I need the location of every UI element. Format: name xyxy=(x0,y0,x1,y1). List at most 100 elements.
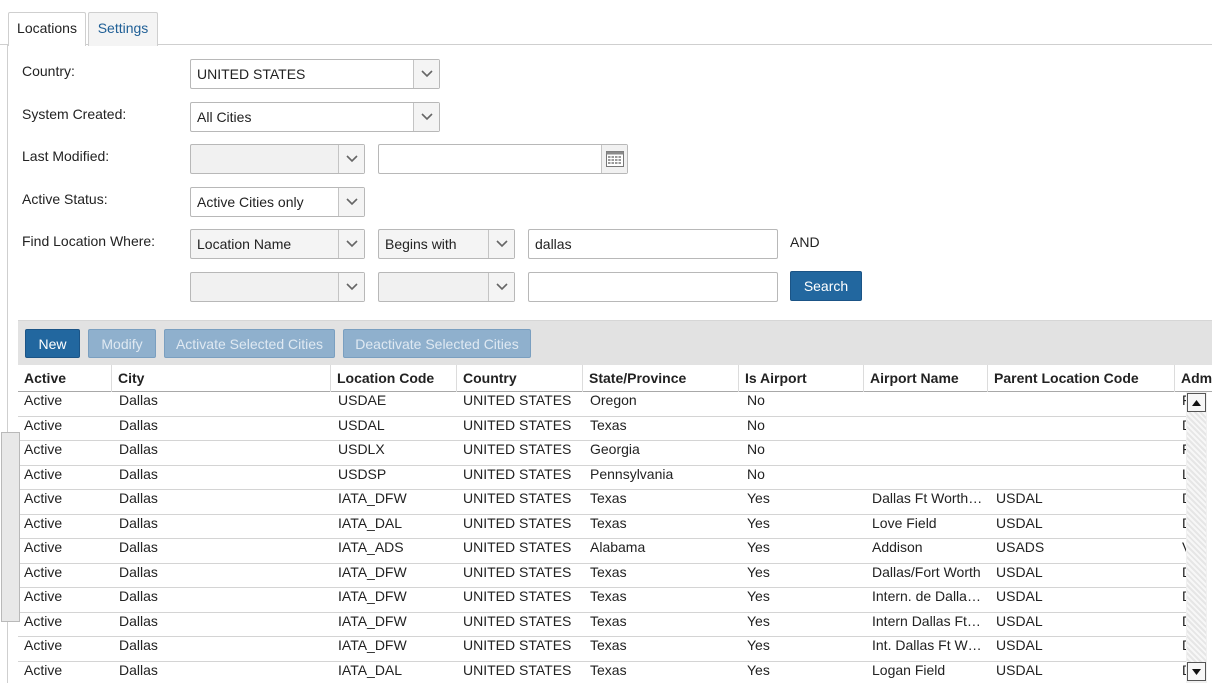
system-created-select[interactable]: All Cities xyxy=(190,102,440,132)
cell-parent-code xyxy=(996,441,1172,465)
cell-is-airport: Yes xyxy=(747,661,770,678)
activate-selected-button[interactable]: Activate Selected Cities xyxy=(164,329,335,358)
table-row[interactable]: Active Dallas IATA_DAL UNITED STATES Texas Ye… xyxy=(18,514,1186,539)
table-row[interactable]: Active Dallas IATA_DAL UNITED STATES Texas Ye… xyxy=(18,662,1186,683)
cell-is-airport: No xyxy=(747,441,765,457)
table-row[interactable]: Active Dallas IATA_DFW UNITED STATES Texas Ye… xyxy=(18,588,1186,613)
cell-is-airport: Yes xyxy=(747,539,770,555)
cell-airport-name: Dallas Ft Worth… xyxy=(872,490,983,506)
last-modified-label: Last Modified: xyxy=(22,148,110,164)
cell-state: Texas xyxy=(590,588,627,604)
vertical-scrollbar[interactable] xyxy=(1186,392,1207,683)
find-value-input[interactable]: dallas xyxy=(528,229,778,259)
country-value: UNITED STATES xyxy=(197,66,306,82)
scrollbar-track[interactable] xyxy=(1187,412,1206,666)
cell-country: UNITED STATES xyxy=(463,465,572,482)
country-select[interactable]: UNITED STATES xyxy=(190,59,440,89)
cell-state: Texas xyxy=(590,612,627,629)
cell-country: UNITED STATES xyxy=(463,392,572,408)
cell-airport-name: Intern. de Dalla… xyxy=(872,588,981,604)
column-header-active[interactable]: Active xyxy=(18,365,112,392)
table-row[interactable]: Active Dallas IATA_DFW UNITED STATES Texas Ye… xyxy=(18,490,1186,515)
chevron-down-icon xyxy=(338,273,364,301)
find-operator-select[interactable]: Begins with xyxy=(378,229,515,259)
cell-state: Texas xyxy=(590,490,627,506)
cell-city: Dallas xyxy=(119,661,158,678)
table-row[interactable]: Active Dallas IATA_DFW UNITED STATES Texas Ye… xyxy=(18,637,1186,662)
cell-parent-code xyxy=(996,466,1172,490)
tab-locations[interactable]: Locations xyxy=(8,12,86,46)
cell-parent-code: USADS xyxy=(996,539,1045,555)
cell-country: UNITED STATES xyxy=(463,416,572,433)
cell-is-airport: Yes xyxy=(747,588,770,604)
find-value2-input[interactable] xyxy=(528,272,778,302)
chevron-down-icon xyxy=(413,60,439,88)
find-field-value: Location Name xyxy=(197,236,292,252)
table-row[interactable]: Active Dallas USDSP UNITED STATES Pennsylvan… xyxy=(18,465,1186,490)
table-row[interactable]: Active Dallas IATA_DFW UNITED STATES Texas Ye… xyxy=(18,563,1186,588)
last-modified-select[interactable] xyxy=(190,144,365,174)
chevron-down-icon xyxy=(338,230,364,258)
cell-parent-code: USDAL xyxy=(996,490,1043,506)
cell-airport-name: Int. Dallas Ft W… xyxy=(872,637,982,653)
arrow-down-icon[interactable] xyxy=(1187,662,1206,681)
deactivate-selected-button[interactable]: Deactivate Selected Cities xyxy=(343,329,531,358)
cell-city: Dallas xyxy=(119,612,158,629)
column-header-parent-code[interactable]: Parent Location Code xyxy=(988,365,1175,392)
table-row[interactable]: Active Dallas IATA_ADS UNITED STATES Alabama… xyxy=(18,539,1186,564)
cell-location-code: IATA_DFW xyxy=(338,637,407,653)
find-field2-select[interactable] xyxy=(190,272,365,302)
cell-parent-code: USDAL xyxy=(996,563,1043,580)
cell-active: Active xyxy=(24,661,63,678)
column-header-city[interactable]: City xyxy=(112,365,331,392)
cell-active: Active xyxy=(24,588,63,604)
column-header-state[interactable]: State/Province xyxy=(583,365,739,392)
tab-settings[interactable]: Settings xyxy=(88,12,158,46)
column-header-location-code[interactable]: Location Code xyxy=(331,365,457,392)
table-row[interactable]: ActiveDallasUSDALUNITED STATESTexasNoD xyxy=(18,416,1186,441)
active-status-select[interactable]: Active Cities only xyxy=(190,187,365,217)
cell-active: Active xyxy=(24,637,63,653)
cell-country: UNITED STATES xyxy=(463,637,572,653)
modify-button[interactable]: Modify xyxy=(88,329,156,358)
cell-country: UNITED STATES xyxy=(463,514,572,531)
cell-active: Active xyxy=(24,392,63,408)
find-operator2-select[interactable] xyxy=(378,272,515,302)
cell-country: UNITED STATES xyxy=(463,563,572,580)
cell-city: Dallas xyxy=(119,637,158,653)
column-header-adm[interactable]: Adm xyxy=(1175,365,1212,392)
chevron-down-icon xyxy=(338,145,364,173)
chevron-down-icon xyxy=(413,103,439,131)
column-header-country[interactable]: Country xyxy=(457,365,583,392)
cell-city: Dallas xyxy=(119,416,158,433)
arrow-up-icon[interactable] xyxy=(1187,393,1206,412)
cell-state: Pennsylvania xyxy=(590,465,674,482)
cell-location-code: IATA_DFW xyxy=(338,612,407,629)
cell-is-airport: Yes xyxy=(747,514,770,531)
cell-location-code: IATA_DFW xyxy=(338,588,407,604)
new-button[interactable]: New xyxy=(25,329,80,358)
cell-is-airport: No xyxy=(747,465,765,482)
cell-state: Texas xyxy=(590,514,627,531)
table-row[interactable]: ActiveDallasUSDAEUNITED STATESOregonNoF xyxy=(18,392,1186,417)
last-modified-date-input[interactable] xyxy=(378,144,628,174)
column-header-is-airport[interactable]: Is Airport xyxy=(739,365,864,392)
cell-location-code: IATA_ADS xyxy=(338,539,404,555)
cell-active: Active xyxy=(24,465,63,482)
cell-city: Dallas xyxy=(119,514,158,531)
cell-active: Active xyxy=(24,416,63,433)
find-field-select[interactable]: Location Name xyxy=(190,229,365,259)
cell-airport-name: Addison xyxy=(872,539,923,555)
search-button[interactable]: Search xyxy=(790,271,862,301)
cell-parent-code: USDAL xyxy=(996,514,1043,531)
grid-body: ActiveDallasUSDAEUNITED STATESOregonNoFA… xyxy=(18,392,1186,683)
cell-city: Dallas xyxy=(119,490,158,506)
find-operator-value: Begins with xyxy=(385,236,457,252)
calendar-icon[interactable] xyxy=(601,145,627,173)
cell-state: Texas xyxy=(590,563,627,580)
scrollbar-thumb[interactable] xyxy=(1,432,20,622)
table-row[interactable]: ActiveDallasUSDLXUNITED STATESGeorgiaNoF xyxy=(18,441,1186,466)
table-row[interactable]: Active Dallas IATA_DFW UNITED STATES Texas Ye… xyxy=(18,612,1186,637)
cell-is-airport: No xyxy=(747,392,765,408)
column-header-airport-name[interactable]: Airport Name xyxy=(864,365,988,392)
